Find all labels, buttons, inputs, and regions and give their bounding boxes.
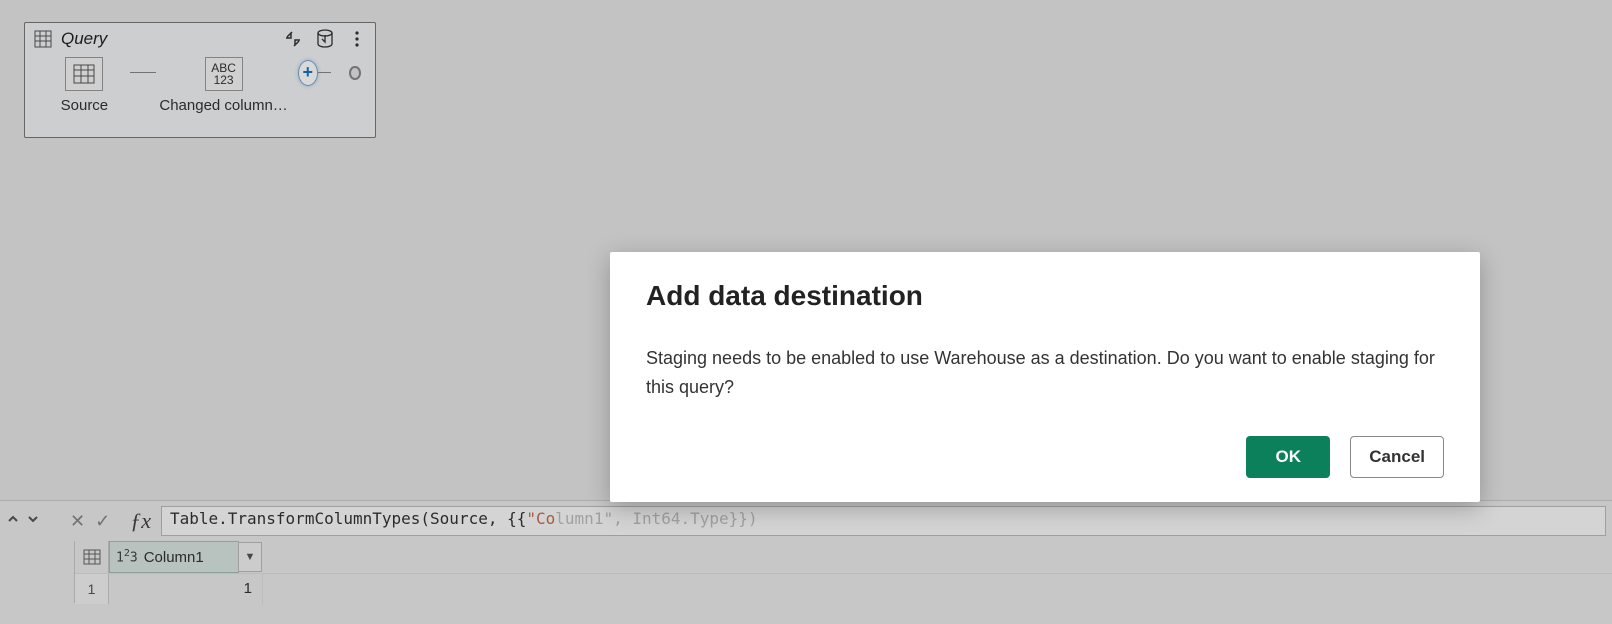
step-label: Source	[61, 97, 109, 114]
query-steps-row: Source ABC 123 Changed column… +	[25, 55, 375, 118]
step-source[interactable]: Source	[39, 57, 130, 114]
step-connector-line	[318, 72, 332, 73]
cancel-button[interactable]: Cancel	[1350, 436, 1444, 478]
column-name: Column1	[144, 549, 204, 566]
row-number: 1	[75, 574, 109, 604]
table-icon[interactable]	[75, 541, 109, 573]
commit-formula-icon[interactable]: ✓	[95, 511, 110, 532]
dialog-body-text: Staging needs to be enabled to use Wareh…	[646, 344, 1444, 402]
step-label: Changed column…	[159, 97, 287, 114]
step-connector-line	[130, 72, 156, 73]
chevron-down-icon[interactable]	[26, 512, 40, 531]
fx-icon[interactable]: ƒx	[130, 508, 151, 534]
column-header[interactable]: 123 Column1	[109, 541, 239, 573]
grid-header-row: 123 Column1 ▼	[75, 541, 1612, 573]
column-type-icon: 123	[116, 548, 138, 565]
formula-bar-row: ✕ ✓ ƒx Table.TransformColumnTypes(Source…	[0, 501, 1612, 541]
formula-input[interactable]: Table.TransformColumnTypes(Source, {{"Co…	[161, 506, 1606, 536]
data-destination-icon[interactable]	[315, 29, 335, 49]
table-row[interactable]: 1 1	[75, 573, 1612, 603]
query-node-title: Query	[61, 29, 275, 49]
table-icon	[65, 57, 103, 91]
dialog-button-row: OK Cancel	[646, 436, 1444, 478]
cell-value: 1	[109, 574, 263, 604]
step-changed-column-type[interactable]: ABC 123 Changed column…	[156, 57, 292, 114]
cancel-formula-icon[interactable]: ✕	[70, 511, 85, 532]
datatype-icon: ABC 123	[205, 57, 243, 91]
bottom-panel: ✕ ✓ ƒx Table.TransformColumnTypes(Source…	[0, 500, 1612, 624]
query-node-card[interactable]: Query Source	[24, 22, 376, 138]
ok-button[interactable]: OK	[1246, 436, 1330, 478]
add-data-destination-dialog: Add data destination Staging needs to be…	[610, 252, 1480, 502]
table-icon	[33, 29, 53, 49]
collapse-icon[interactable]	[283, 29, 303, 49]
data-preview-grid: 123 Column1 ▼ 1 1	[74, 541, 1612, 603]
more-options-icon[interactable]	[347, 29, 367, 49]
column-filter-dropdown[interactable]: ▼	[238, 542, 262, 572]
add-step-button[interactable]: +	[298, 60, 318, 86]
query-node-header: Query	[25, 23, 375, 55]
output-port[interactable]	[349, 66, 361, 80]
chevron-up-icon[interactable]	[6, 512, 20, 531]
dialog-title: Add data destination	[646, 280, 1444, 312]
